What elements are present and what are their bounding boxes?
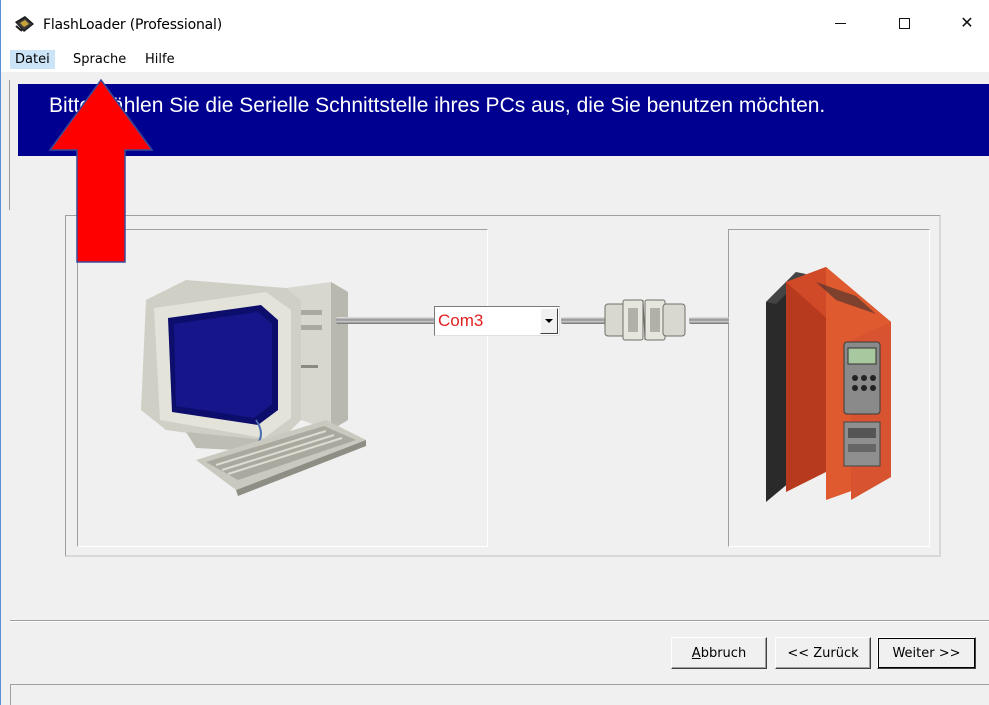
close-icon: ✕ [960,15,974,32]
flashloader-chip-icon [15,16,34,32]
drive-controller-icon [766,267,891,502]
close-button[interactable]: ✕ [944,0,989,46]
serial-cable-middle [561,317,606,324]
next-button-label: Weiter >> [892,645,961,661]
com-port-select[interactable]: Com3 [434,306,560,336]
menu-datei[interactable]: Datei [10,50,55,69]
menu-sprache[interactable]: Sprache [68,50,131,69]
status-bar [10,684,989,705]
serial-cable-right [689,317,729,324]
chevron-down-icon [545,319,553,323]
flashloader-window: FlashLoader (Professional) ✕ Datei Sprac… [0,0,989,705]
instruction-banner: Bitte wählen Sie die Serielle Schnittste… [18,84,989,156]
window-title: FlashLoader (Professional) [43,17,222,33]
cancel-button-label: Abbruch [691,645,747,661]
maximize-button[interactable] [881,0,927,46]
left-edge-line [9,80,10,210]
title-bar: FlashLoader (Professional) ✕ [1,0,989,46]
cancel-button[interactable]: Abbruch [671,637,767,669]
menu-bar: Datei Sprache Hilfe [1,46,989,72]
pc-computer-icon [141,280,366,496]
com-port-value: Com3 [438,311,484,330]
minimize-button[interactable] [817,0,863,46]
serial-cable-left [336,317,436,324]
next-button[interactable]: Weiter >> [877,637,976,669]
maximize-icon [898,17,910,29]
menu-hilfe[interactable]: Hilfe [140,50,180,69]
instruction-text: Bitte wählen Sie die Serielle Schnittste… [49,94,826,117]
red-up-arrow-icon [48,78,154,263]
dropdown-button[interactable] [540,308,558,334]
minimize-icon [834,22,846,24]
button-separator [10,620,989,622]
serial-connector-icon [604,299,686,341]
back-button-label: << Zurück [787,645,859,661]
back-button[interactable]: << Zurück [775,637,871,669]
